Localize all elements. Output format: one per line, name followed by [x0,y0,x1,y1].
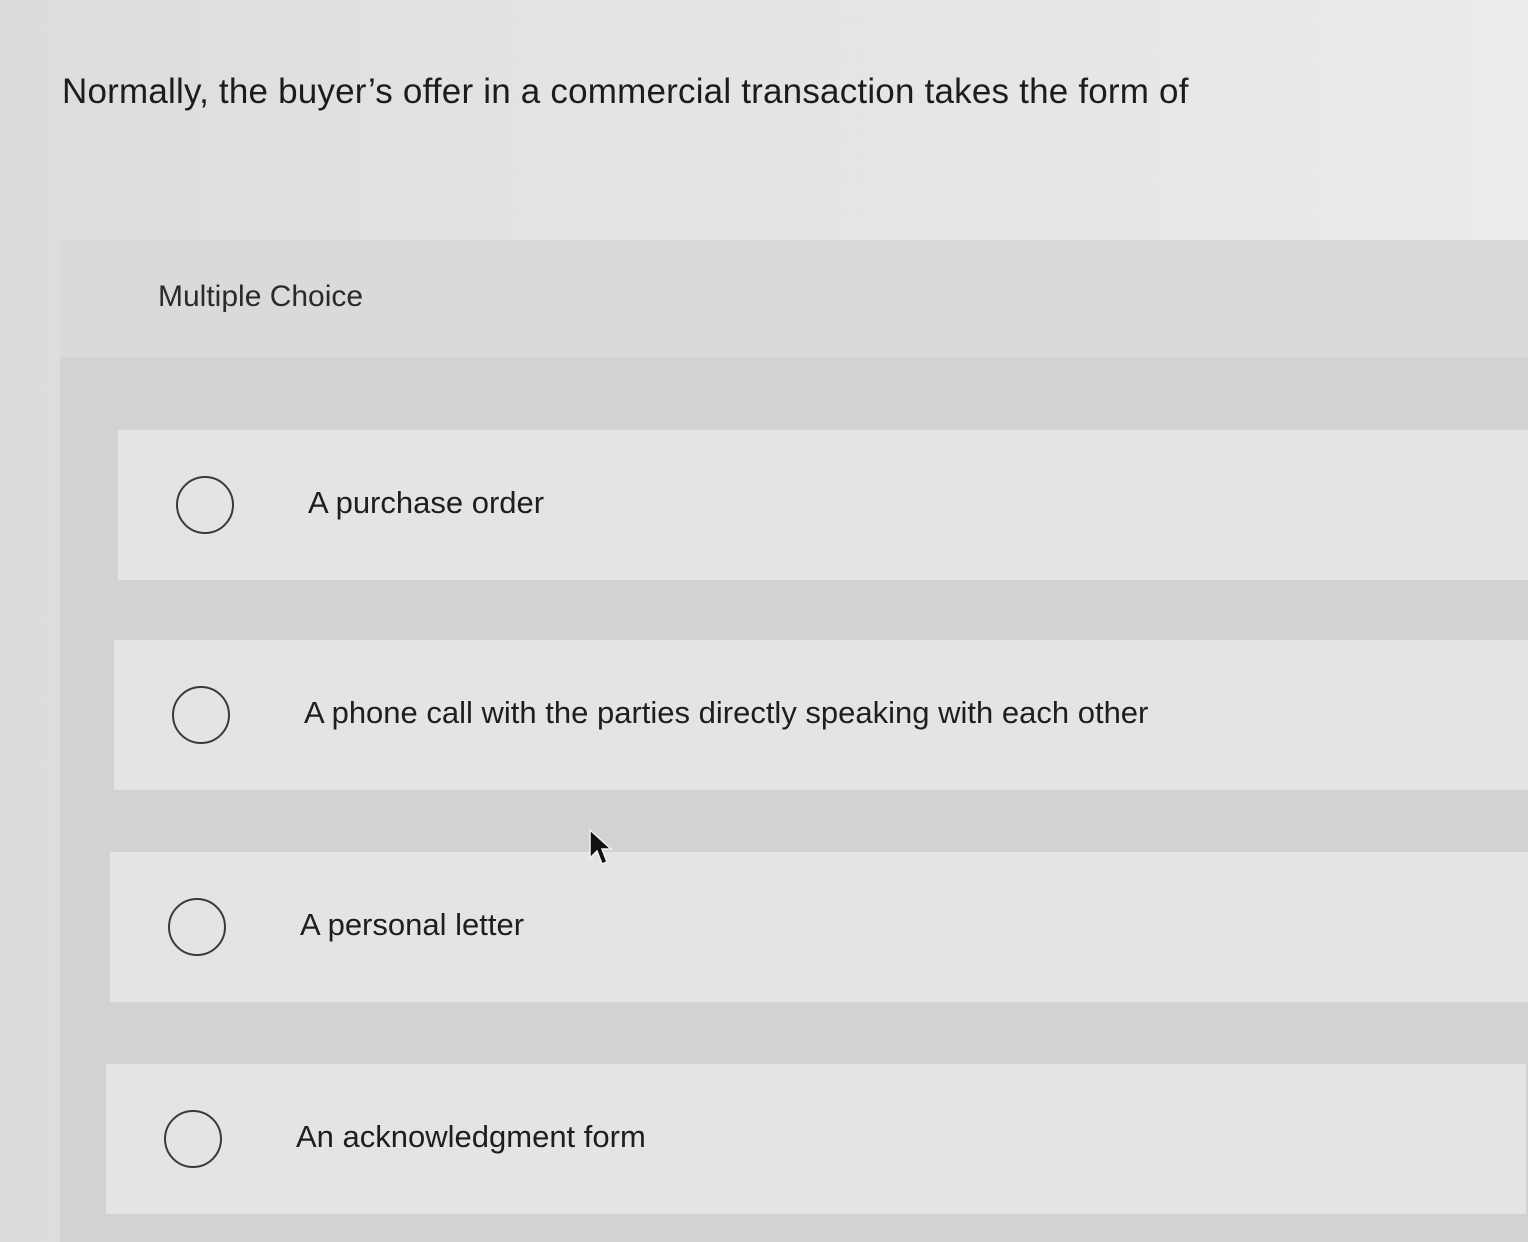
panel-header: Multiple Choice [60,240,1528,358]
option-label: A phone call with the parties directly s… [304,695,1149,730]
option-phone-call[interactable]: A phone call with the parties directly s… [114,640,1528,790]
radio-button[interactable] [168,898,226,956]
option-label: A purchase order [308,485,545,520]
option-personal-letter[interactable]: A personal letter [110,852,1528,1002]
options-list: A purchase order A phone call with the p… [60,358,1528,1242]
panel-title: Multiple Choice [158,280,364,313]
multiple-choice-panel: Multiple Choice A purchase order A phone… [60,240,1528,1242]
radio-button[interactable] [164,1110,222,1168]
radio-button[interactable] [172,686,230,744]
question-text: Normally, the buyer’s offer in a commerc… [62,72,1189,111]
radio-button[interactable] [176,476,234,534]
option-acknowledgment-form[interactable]: An acknowledgment form [106,1064,1526,1214]
mouse-pointer-icon [589,828,613,865]
option-purchase-order[interactable]: A purchase order [118,430,1528,580]
option-label: A personal letter [300,907,525,942]
option-label: An acknowledgment form [296,1119,646,1154]
